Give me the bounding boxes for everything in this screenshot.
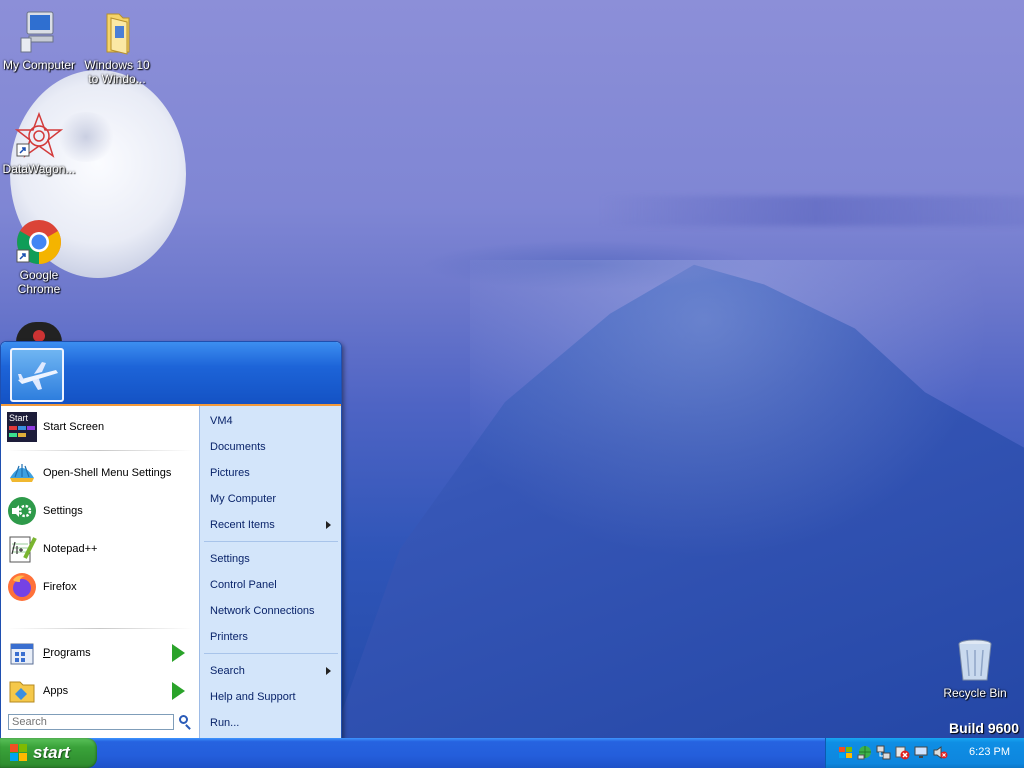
right-item-my-computer[interactable]: My Computer <box>210 490 335 508</box>
settings-icon <box>7 496 37 526</box>
system-tray: 6:23 PM <box>825 738 1024 768</box>
right-item-control-panel[interactable]: Control Panel <box>210 576 335 594</box>
right-item-vm4[interactable]: VM4 <box>210 412 335 430</box>
security-alert-icon[interactable] <box>895 745 910 760</box>
programs-icon <box>7 638 37 668</box>
desktop-icon-datawagon[interactable]: DataWagon... <box>1 111 77 176</box>
search-icon[interactable] <box>179 715 188 724</box>
desktop-icon-chrome[interactable]: Google Chrome <box>1 218 77 296</box>
start-menu-header <box>1 342 341 406</box>
submenu-arrow-icon <box>172 644 185 662</box>
computer-icon <box>15 8 63 56</box>
wallpaper-cloud-streak <box>600 196 1024 226</box>
desktop-icon-folder[interactable]: Windows 10 to Windo... <box>79 8 155 86</box>
desktop-icon-label: Google Chrome <box>17 268 61 296</box>
right-item-search[interactable]: Search <box>210 662 335 680</box>
desktop-icon-label: Recycle Bin <box>943 686 1007 700</box>
user-picture[interactable] <box>10 348 64 402</box>
clock[interactable]: 6:23 PM <box>969 746 1010 758</box>
start-button[interactable]: start <box>0 738 97 768</box>
menu-separator <box>7 628 193 629</box>
recycle-bin-icon <box>951 636 999 684</box>
shell-icon <box>7 458 37 488</box>
start-search-input[interactable] <box>8 714 174 730</box>
wallpaper-snow <box>470 260 990 560</box>
display-icon[interactable] <box>914 745 929 760</box>
menu-item-firefox[interactable]: Firefox <box>7 572 195 602</box>
firefox-icon <box>7 572 37 602</box>
menu-item-apps[interactable]: Apps <box>7 676 195 706</box>
submenu-arrow-icon <box>326 521 331 529</box>
menu-item-programs[interactable]: Programs <box>7 638 195 668</box>
menu-separator <box>204 541 338 542</box>
menu-item-label: Programs <box>43 647 91 659</box>
desktop-icon-recycle-bin[interactable]: Recycle Bin <box>937 636 1013 700</box>
submenu-arrow-icon <box>326 667 331 675</box>
right-item-pictures[interactable]: Pictures <box>210 464 335 482</box>
right-item-printers[interactable]: Printers <box>210 628 335 646</box>
network-globe-icon[interactable] <box>857 745 872 760</box>
start-screen-icon: Start <box>7 412 37 442</box>
desktop-icon-label: DataWagon... <box>2 162 76 176</box>
menu-item-settings[interactable]: Settings <box>7 496 195 526</box>
menu-item-label: Notepad++ <box>43 543 98 555</box>
volume-muted-icon[interactable] <box>933 745 948 760</box>
submenu-arrow-icon <box>172 682 185 700</box>
notepad-icon <box>7 534 37 564</box>
network-icon[interactable] <box>876 745 891 760</box>
menu-item-label: Apps <box>43 685 69 697</box>
windows-flag-icon <box>10 744 28 762</box>
menu-item-label: Start Screen <box>43 421 105 433</box>
chrome-icon <box>15 218 63 266</box>
right-item-settings[interactable]: Settings <box>210 550 335 568</box>
desktop-icon-my-computer[interactable]: My Computer <box>1 8 77 72</box>
right-item-network-connections[interactable]: Network Connections <box>210 602 335 620</box>
desktop-icon-media[interactable] <box>16 322 62 342</box>
menu-separator <box>204 653 338 654</box>
menu-item-label: Open-Shell Menu Settings <box>43 467 172 479</box>
right-item-help-support[interactable]: Help and Support <box>210 688 335 706</box>
airplane-icon <box>18 362 58 390</box>
menu-item-label: Settings <box>43 505 83 517</box>
menu-item-open-shell-settings[interactable]: Open-Shell Menu Settings <box>7 458 195 488</box>
start-label: start <box>33 743 70 762</box>
desktop-icon-label: My Computer <box>2 58 76 72</box>
menu-item-start-screen[interactable]: Start Start Screen <box>7 412 195 442</box>
datawagon-icon <box>14 111 64 160</box>
desktop-icon-label: Windows 10 to Windo... <box>84 58 150 86</box>
start-menu: Start Start Screen Open-Shell Menu Setti… <box>0 341 342 744</box>
taskbar: start 6:23 PM <box>0 738 1024 768</box>
right-item-run[interactable]: Run... <box>210 714 335 732</box>
right-item-recent-items[interactable]: Recent Items <box>210 516 335 534</box>
menu-item-notepadpp[interactable]: Notepad++ <box>7 534 195 564</box>
start-menu-right-panel: VM4 Documents Pictures My Computer Recen… <box>199 406 341 743</box>
apps-icon <box>7 676 37 706</box>
right-item-documents[interactable]: Documents <box>210 438 335 456</box>
flag-icon[interactable] <box>838 745 853 760</box>
menu-separator <box>7 450 193 451</box>
folder-icon <box>93 8 141 56</box>
start-menu-left-panel: Start Start Screen Open-Shell Menu Setti… <box>1 406 199 743</box>
build-watermark: Build 9600 <box>948 720 1019 736</box>
menu-item-label: Firefox <box>43 581 77 593</box>
